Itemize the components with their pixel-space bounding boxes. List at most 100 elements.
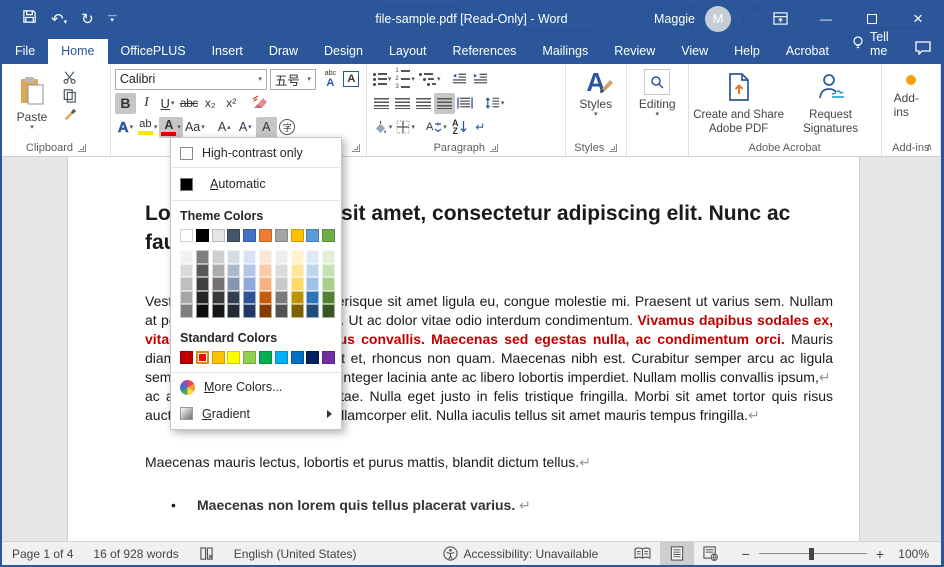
close-button[interactable]: × bbox=[895, 0, 941, 37]
font-name-combo[interactable]: Calibri▾ bbox=[115, 69, 267, 90]
color-swatch[interactable] bbox=[196, 291, 209, 305]
paragraph-dialog-launcher[interactable] bbox=[490, 144, 498, 152]
color-swatch[interactable] bbox=[227, 264, 240, 278]
proofing-errors-icon[interactable] bbox=[189, 546, 224, 561]
language-indicator[interactable]: English (United States) bbox=[224, 547, 367, 561]
color-swatch[interactable] bbox=[291, 277, 304, 291]
shading-button[interactable]: ▾ bbox=[371, 117, 395, 138]
decrease-indent-button[interactable] bbox=[449, 69, 470, 90]
styles-dialog-launcher[interactable] bbox=[609, 144, 617, 152]
multilevel-list-button[interactable]: ▾ bbox=[417, 69, 443, 90]
font-color-button[interactable]: A ▾ bbox=[159, 117, 183, 138]
zoom-slider[interactable] bbox=[759, 553, 867, 554]
bullets-button[interactable]: ▾ bbox=[371, 69, 394, 90]
show-hide-marks-button[interactable]: ↵ bbox=[470, 117, 491, 138]
increase-indent-button[interactable] bbox=[470, 69, 491, 90]
character-border-button[interactable]: A bbox=[341, 69, 362, 90]
phonetic-guide-button[interactable]: abcA bbox=[320, 69, 341, 90]
sort-button[interactable]: AZ bbox=[449, 117, 470, 138]
read-mode-button[interactable] bbox=[626, 542, 660, 565]
color-swatch[interactable] bbox=[322, 229, 335, 242]
color-swatch[interactable] bbox=[259, 291, 272, 305]
word-count[interactable]: 16 of 928 words bbox=[83, 547, 188, 561]
styles-button[interactable]: A Styles ▾ bbox=[571, 67, 620, 139]
color-swatch[interactable] bbox=[275, 304, 288, 318]
color-swatch[interactable] bbox=[196, 250, 209, 264]
color-swatch[interactable] bbox=[291, 291, 304, 305]
high-contrast-only-item[interactable]: High-contrast only bbox=[171, 140, 341, 166]
highlight-color-button[interactable]: ab ▾ bbox=[136, 117, 160, 138]
font-dialog-launcher[interactable] bbox=[352, 144, 360, 152]
format-painter-button[interactable] bbox=[62, 107, 77, 121]
redo-button[interactable]: ↻ bbox=[81, 10, 94, 28]
color-swatch[interactable] bbox=[306, 291, 319, 305]
automatic-color-item[interactable]: Automatic bbox=[171, 169, 341, 199]
more-colors-item[interactable]: More Colors... bbox=[171, 374, 341, 401]
color-swatch[interactable] bbox=[322, 277, 335, 291]
color-swatch[interactable] bbox=[180, 277, 193, 291]
tab-review[interactable]: Review bbox=[601, 39, 668, 64]
color-swatch[interactable] bbox=[322, 304, 335, 318]
color-swatch[interactable] bbox=[196, 277, 209, 291]
print-layout-button[interactable] bbox=[660, 542, 694, 565]
numbering-button[interactable]: 123 ▾ bbox=[393, 69, 417, 90]
borders-button[interactable]: ▾ bbox=[394, 117, 417, 138]
color-swatch[interactable] bbox=[180, 264, 193, 278]
font-size-combo[interactable]: 五号▾ bbox=[270, 69, 316, 90]
tab-draw[interactable]: Draw bbox=[256, 39, 311, 64]
shrink-font-button[interactable]: A▾ bbox=[235, 117, 256, 138]
strikethrough-button[interactable]: abc bbox=[178, 93, 200, 114]
collapse-ribbon-button[interactable]: ∧ bbox=[926, 142, 933, 153]
avatar[interactable]: M bbox=[705, 6, 731, 32]
color-swatch[interactable] bbox=[227, 291, 240, 305]
tab-home[interactable]: Home bbox=[48, 39, 107, 64]
color-swatch[interactable] bbox=[322, 291, 335, 305]
editing-button[interactable]: Editing ▾ bbox=[631, 67, 684, 139]
color-swatch[interactable] bbox=[259, 304, 272, 318]
tab-mailings[interactable]: Mailings bbox=[529, 39, 601, 64]
color-swatch[interactable] bbox=[275, 250, 288, 264]
character-shading-button[interactable]: A bbox=[256, 117, 277, 138]
document-canvas[interactable]: Lorem ipsum dolor sit amet, consectetur … bbox=[2, 157, 941, 541]
color-swatch[interactable] bbox=[243, 291, 256, 305]
tab-officeplus[interactable]: OfficePLUS bbox=[108, 39, 199, 64]
color-swatch[interactable] bbox=[243, 250, 256, 264]
gradient-item[interactable]: Gradient bbox=[171, 401, 341, 427]
color-swatch[interactable] bbox=[243, 304, 256, 318]
justify-button[interactable] bbox=[434, 93, 455, 114]
paste-button[interactable]: Paste ▾ bbox=[6, 67, 58, 139]
tab-help[interactable]: Help bbox=[721, 39, 773, 64]
color-swatch[interactable] bbox=[196, 229, 209, 242]
color-swatch[interactable] bbox=[259, 264, 272, 278]
color-swatch[interactable] bbox=[227, 351, 240, 364]
web-layout-button[interactable] bbox=[694, 542, 728, 565]
italic-button[interactable]: I bbox=[136, 93, 157, 114]
zoom-in-button[interactable]: + bbox=[876, 546, 884, 562]
color-swatch-selected[interactable] bbox=[196, 351, 209, 364]
asian-layout-button[interactable]: A ▾ bbox=[424, 117, 449, 138]
color-swatch[interactable] bbox=[180, 291, 193, 305]
undo-button[interactable]: ↶▾ bbox=[51, 10, 67, 28]
clipboard-dialog-launcher[interactable] bbox=[78, 144, 86, 152]
create-share-pdf-button[interactable]: Create and Share Adobe PDF bbox=[693, 67, 785, 139]
tab-insert[interactable]: Insert bbox=[199, 39, 256, 64]
superscript-button[interactable]: x² bbox=[221, 93, 242, 114]
color-swatch[interactable] bbox=[259, 277, 272, 291]
color-swatch[interactable] bbox=[212, 277, 225, 291]
color-swatch[interactable] bbox=[196, 304, 209, 318]
line-spacing-button[interactable]: ▾ bbox=[483, 93, 507, 114]
user-name[interactable]: Maggie bbox=[654, 12, 695, 26]
color-swatch[interactable] bbox=[306, 277, 319, 291]
align-center-button[interactable] bbox=[392, 93, 413, 114]
color-swatch[interactable] bbox=[243, 277, 256, 291]
clear-formatting-button[interactable] bbox=[250, 93, 271, 114]
color-swatch[interactable] bbox=[259, 229, 272, 242]
color-swatch[interactable] bbox=[212, 351, 225, 364]
color-swatch[interactable] bbox=[275, 351, 288, 364]
color-swatch[interactable] bbox=[259, 250, 272, 264]
grow-font-button[interactable]: A▴ bbox=[214, 117, 235, 138]
save-icon[interactable] bbox=[22, 9, 37, 28]
request-signatures-button[interactable]: Request Signatures bbox=[785, 67, 877, 139]
color-swatch[interactable] bbox=[212, 264, 225, 278]
minimize-button[interactable]: — bbox=[803, 0, 849, 37]
